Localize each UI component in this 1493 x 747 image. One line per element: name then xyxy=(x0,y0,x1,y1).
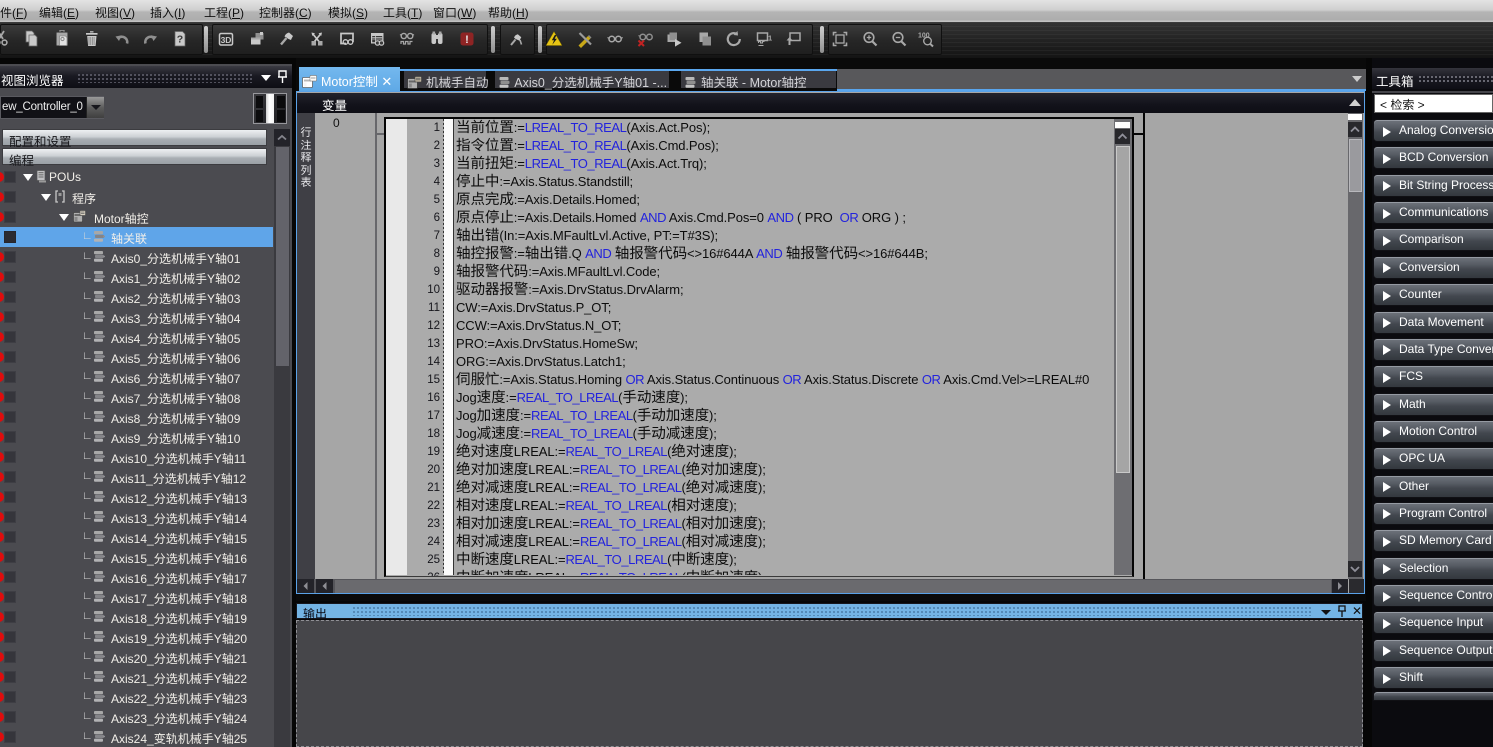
svg-text:3D: 3D xyxy=(221,35,232,45)
svg-text:!: ! xyxy=(465,34,469,46)
svg-text:?: ? xyxy=(177,34,183,46)
svg-text:1: 1 xyxy=(768,34,772,43)
